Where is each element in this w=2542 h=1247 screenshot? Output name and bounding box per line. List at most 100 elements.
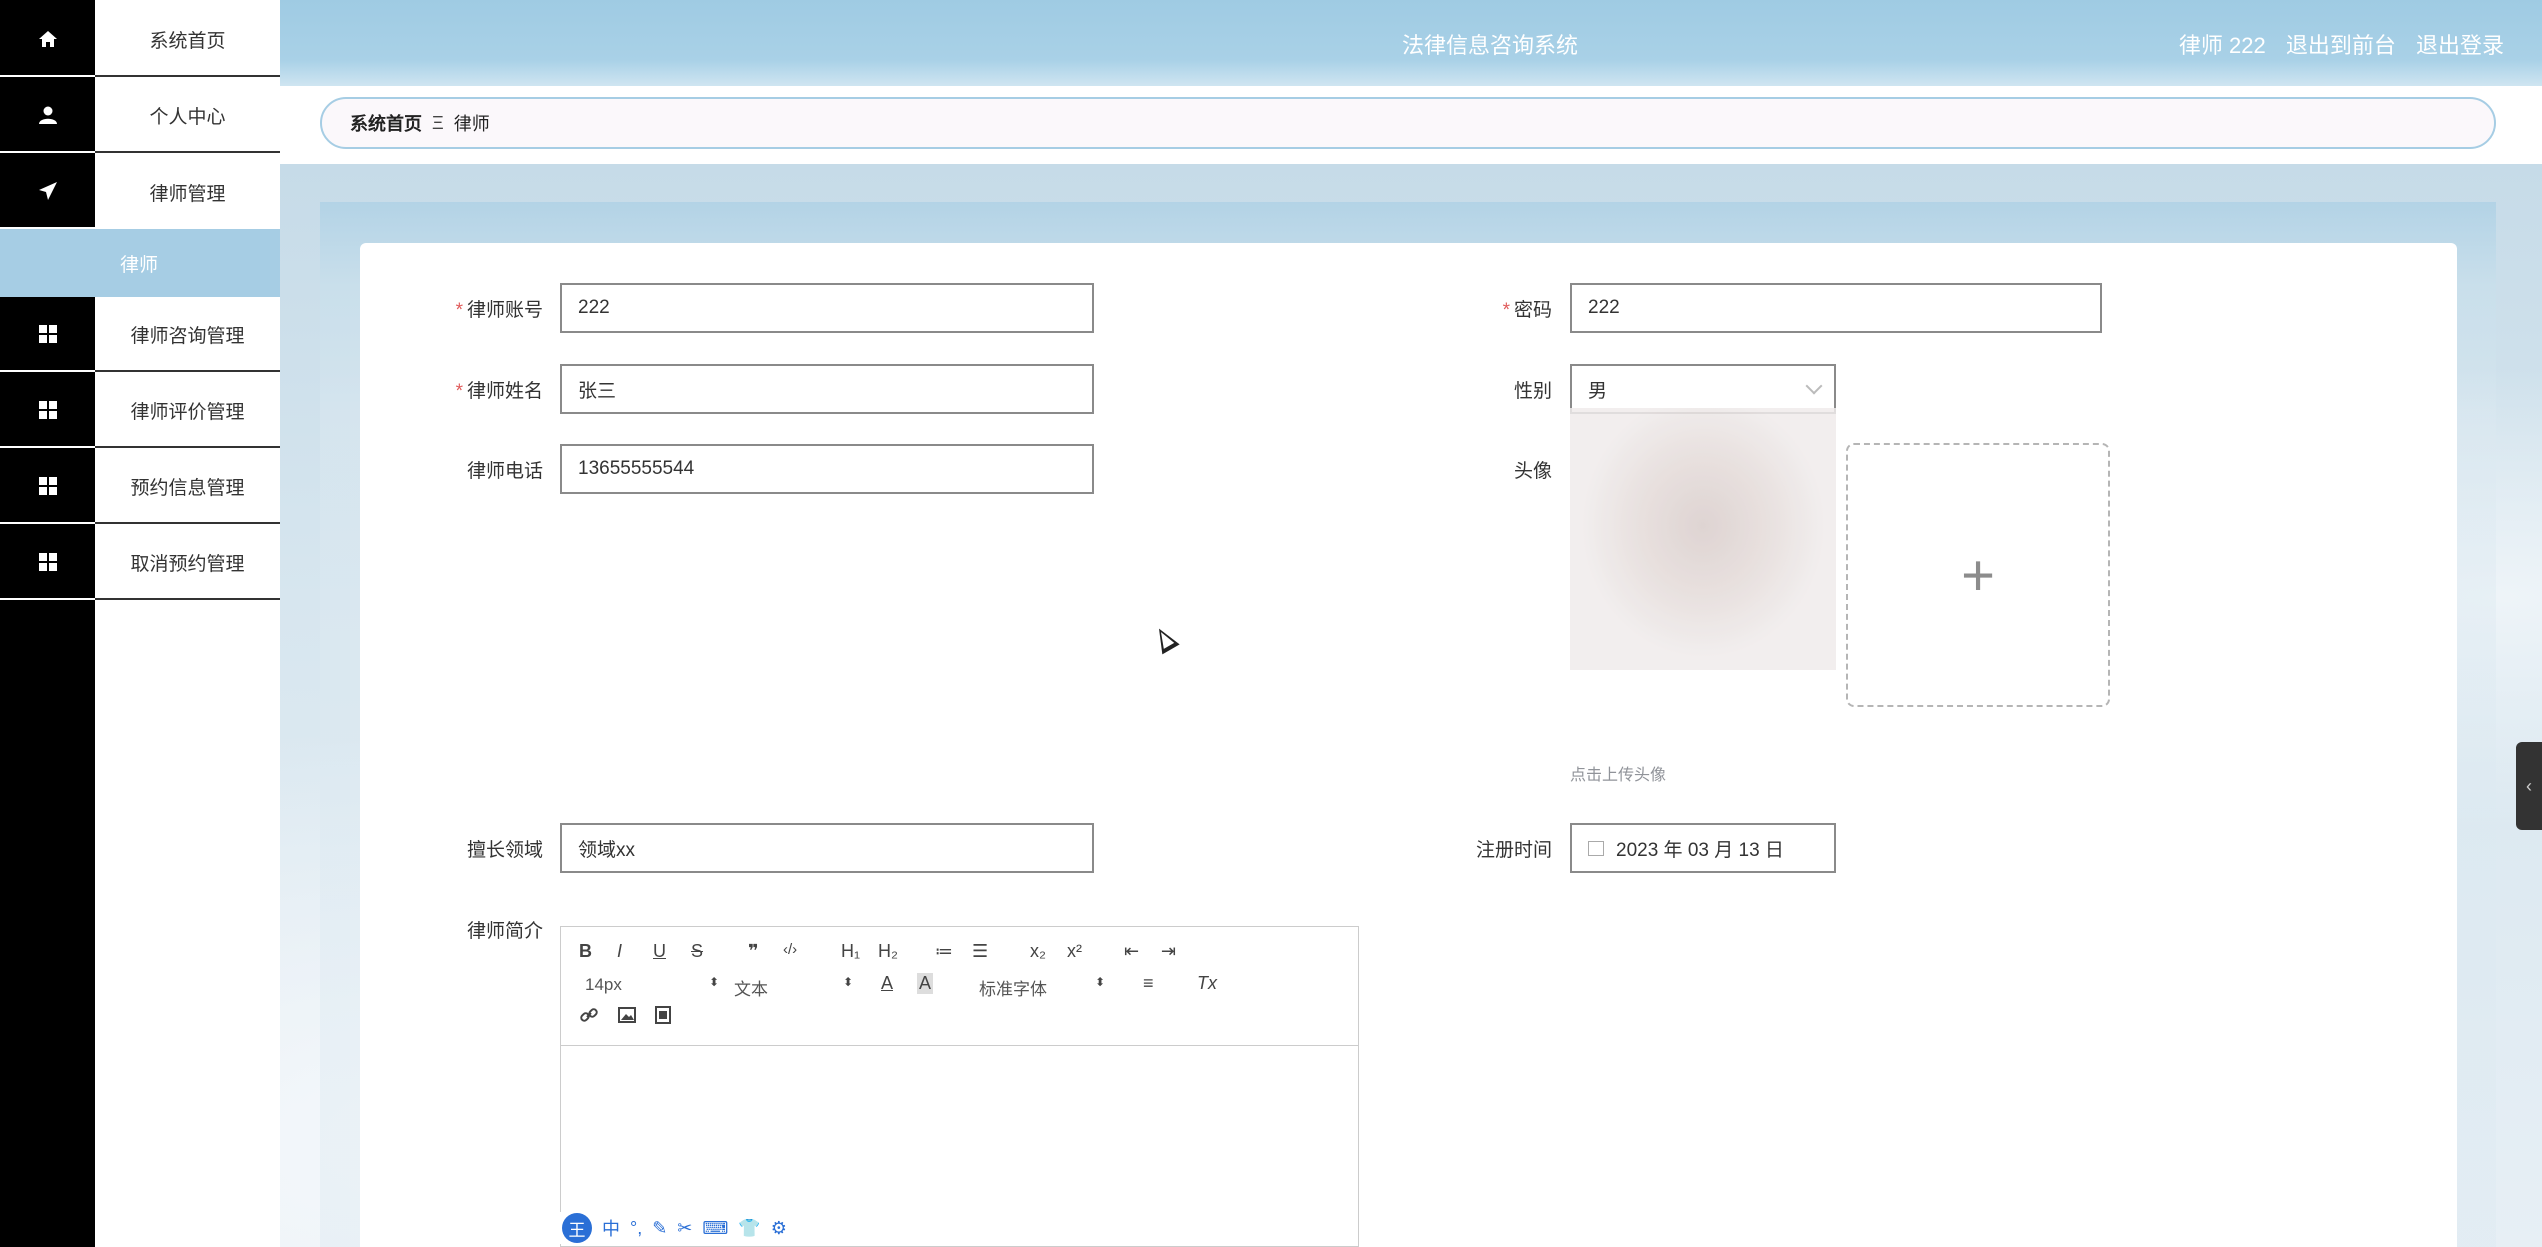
breadcrumb: 系统首页 Ξ 律师 bbox=[320, 97, 2496, 149]
side-collapse-tab[interactable]: ‹ bbox=[2516, 742, 2542, 830]
underline-icon[interactable]: U bbox=[653, 941, 666, 962]
font-family-select[interactable]: 标准字体 ⬍ bbox=[979, 975, 1105, 1000]
block-type-select[interactable]: 文本 ⬍ bbox=[734, 975, 853, 1000]
user-actions: 律师 222 退出到前台 退出登录 bbox=[2165, 28, 2504, 60]
align-icon[interactable]: ≡ bbox=[1143, 973, 1154, 994]
required-mark: * bbox=[1502, 300, 1510, 321]
font-size-value: 14px bbox=[585, 975, 622, 994]
register-time-label: 注册时间 bbox=[1475, 840, 1552, 861]
intro-label: 律师简介 bbox=[466, 921, 543, 942]
breadcrumb-home[interactable]: 系统首页 bbox=[350, 110, 422, 136]
bold-icon[interactable]: B bbox=[579, 941, 592, 962]
text-color-icon[interactable]: A bbox=[881, 973, 893, 994]
sidebar-item-profile[interactable]: 个人中心 bbox=[0, 79, 280, 153]
register-time-value: 2023 年 03 月 13 日 bbox=[1616, 839, 1784, 861]
exit-to-front-link[interactable]: 退出到前台 bbox=[2286, 33, 2396, 58]
chevron-down-icon bbox=[1805, 377, 1823, 395]
select-arrows-icon: ⬍ bbox=[709, 975, 720, 989]
lawyer-form-card: * 律师账号 222 * 密码 222 * 律师姓名 张三 性别 男 律师电话 136… bbox=[360, 243, 2457, 1247]
ime-handwrite-icon[interactable]: ✎ bbox=[652, 1218, 667, 1239]
sidebar-item-consult-management[interactable]: 律师咨询管理 bbox=[0, 298, 280, 372]
ime-logo-icon[interactable]: 王 bbox=[562, 1213, 592, 1243]
clear-format-icon[interactable]: Tx bbox=[1197, 973, 1217, 994]
avatar-upload-hint: 点击上传头像 bbox=[1570, 767, 1667, 784]
font-family-value: 标准字体 bbox=[979, 980, 1047, 999]
sidebar-item-label: 律师评价管理 bbox=[95, 374, 280, 448]
ime-settings-icon[interactable]: ⚙ bbox=[771, 1218, 787, 1239]
ime-toolbar: 王 中 °, ✎ ✂ ⌨ 👕 ⚙ bbox=[558, 1212, 791, 1244]
sidebar-item-label: 律师咨询管理 bbox=[95, 298, 280, 372]
name-label: * 律师姓名 bbox=[455, 381, 543, 402]
current-user: 律师 222 bbox=[2178, 33, 2266, 58]
strike-icon[interactable]: S bbox=[691, 941, 703, 962]
grid-icon bbox=[0, 450, 95, 524]
link-icon[interactable] bbox=[579, 1005, 599, 1030]
block-type-value: 文本 bbox=[734, 980, 768, 999]
chevron-left-icon: ‹ bbox=[2526, 775, 2532, 796]
video-icon[interactable] bbox=[653, 1005, 673, 1030]
avatar-label: 头像 bbox=[1513, 461, 1552, 482]
logout-link[interactable]: 退出登录 bbox=[2416, 33, 2504, 58]
breadcrumb-area: 系统首页 Ξ 律师 bbox=[280, 86, 2542, 164]
breadcrumb-separator: Ξ bbox=[432, 112, 444, 133]
gender-label: 性别 bbox=[1513, 381, 1552, 402]
subscript-icon[interactable]: x₂ bbox=[1030, 941, 1046, 962]
plus-icon: + bbox=[1961, 542, 1995, 608]
field-input[interactable]: 领域xx bbox=[560, 823, 1094, 873]
sidebar-item-home[interactable]: 系统首页 bbox=[0, 3, 280, 77]
name-input[interactable]: 张三 bbox=[560, 364, 1094, 414]
account-input[interactable]: 222 bbox=[560, 283, 1094, 333]
phone-input[interactable]: 13655555544 bbox=[560, 444, 1094, 494]
sidebar-item-label: 个人中心 bbox=[95, 79, 280, 153]
image-icon[interactable] bbox=[617, 1005, 637, 1030]
app-title: 法律信息咨询系统 bbox=[1401, 33, 1578, 58]
grid-icon bbox=[0, 374, 95, 448]
sidebar-item-label: 律师管理 bbox=[149, 183, 226, 205]
sidebar-item-label: 预约信息管理 bbox=[95, 450, 280, 524]
grid-icon bbox=[0, 298, 95, 372]
sidebar-item-label: 取消预约管理 bbox=[95, 526, 280, 600]
font-size-select[interactable]: 14px ⬍ bbox=[585, 975, 719, 995]
ime-scissors-icon[interactable]: ✂ bbox=[677, 1218, 692, 1239]
sidebar-item-label: 系统首页 bbox=[95, 3, 280, 77]
gender-value: 男 bbox=[1588, 380, 1608, 402]
paper-plane-icon bbox=[0, 155, 95, 229]
code-icon[interactable]: ‹/› bbox=[783, 941, 797, 958]
background-color-icon[interactable]: A bbox=[917, 973, 934, 994]
sidebar-item-booking-management[interactable]: 预约信息管理 bbox=[0, 450, 280, 524]
ime-skin-icon[interactable]: 👕 bbox=[738, 1218, 760, 1239]
account-label: * 律师账号 bbox=[455, 300, 543, 321]
avatar-upload-button[interactable]: + bbox=[1846, 443, 2110, 707]
ime-chinese-mode-icon[interactable]: 中 bbox=[602, 1215, 620, 1241]
heading1-icon[interactable]: H₁ bbox=[841, 941, 860, 962]
home-icon bbox=[0, 3, 95, 77]
register-time-picker[interactable]: 2023 年 03 月 13 日 bbox=[1570, 823, 1836, 873]
bullet-list-icon[interactable]: ☰ bbox=[972, 941, 988, 962]
superscript-icon[interactable]: x² bbox=[1067, 941, 1082, 962]
ordered-list-icon[interactable]: ≔ bbox=[935, 941, 953, 962]
rich-text-editor[interactable]: B I U S ❞ ‹/› H₁ H₂ ≔ ☰ x₂ x² ⇤ ⇥ 14px ⬍… bbox=[560, 926, 1359, 1247]
sidebar-subitem-lawyer[interactable]: 律师 bbox=[0, 229, 280, 297]
user-icon bbox=[0, 79, 95, 153]
sidebar-subitem-label: 律师 bbox=[120, 254, 159, 276]
password-input[interactable]: 222 bbox=[1570, 283, 2102, 333]
sidebar-item-cancel-booking-management[interactable]: 取消预约管理 bbox=[0, 526, 280, 600]
sidebar-item-lawyer-management[interactable]: 律师管理 bbox=[0, 155, 280, 229]
indent-icon[interactable]: ⇥ bbox=[1161, 941, 1176, 962]
sidebar-item-review-management[interactable]: 律师评价管理 bbox=[0, 374, 280, 448]
ime-punctuation-icon[interactable]: °, bbox=[630, 1218, 642, 1239]
select-arrows-icon: ⬍ bbox=[1095, 975, 1106, 989]
calendar-icon bbox=[1588, 840, 1604, 856]
quote-icon[interactable]: ❞ bbox=[748, 941, 759, 962]
required-mark: * bbox=[455, 381, 463, 402]
field-label: 擅长领域 bbox=[466, 840, 543, 861]
breadcrumb-current: 律师 bbox=[453, 114, 490, 134]
outdent-icon[interactable]: ⇤ bbox=[1124, 941, 1139, 962]
avatar-image[interactable] bbox=[1570, 408, 1836, 670]
gender-select[interactable]: 男 bbox=[1570, 364, 1836, 414]
italic-icon[interactable]: I bbox=[617, 941, 622, 962]
heading2-icon[interactable]: H₂ bbox=[878, 941, 898, 962]
grid-icon bbox=[0, 526, 95, 600]
ime-keyboard-icon[interactable]: ⌨ bbox=[702, 1218, 728, 1239]
editor-toolbar: B I U S ❞ ‹/› H₁ H₂ ≔ ☰ x₂ x² ⇤ ⇥ 14px ⬍… bbox=[561, 927, 1358, 1046]
